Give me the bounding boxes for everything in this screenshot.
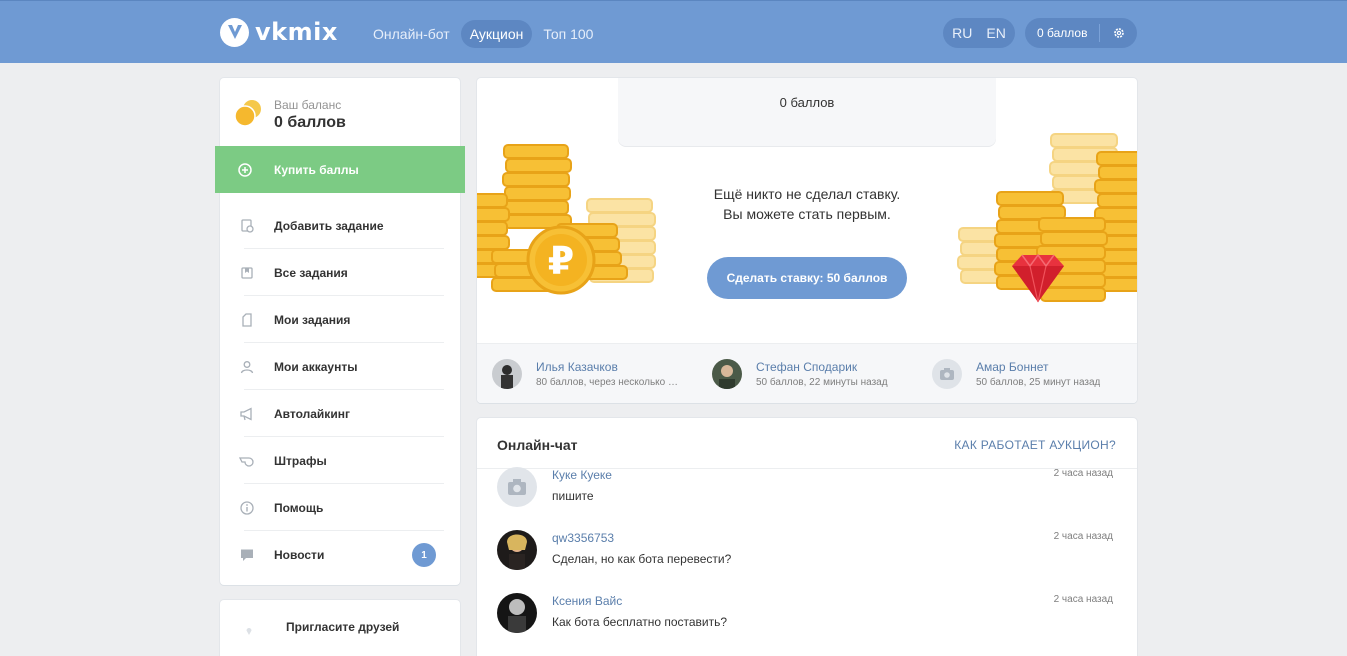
nav-auction[interactable]: Аукцион — [460, 20, 533, 48]
auction-pot: 0 баллов — [618, 78, 996, 146]
camera-icon[interactable] — [497, 467, 537, 507]
megaphone-icon — [220, 406, 274, 421]
chat-message: Куке Куеке пишите 2 часа назад — [497, 467, 1117, 507]
chat-author[interactable]: Куке Куеке — [552, 468, 612, 482]
coins-illustration: ₽ — [477, 144, 656, 295]
sidebar-menu: Добавить задание Все задания Мои задания… — [220, 202, 460, 578]
main-nav: Онлайн-бот Аукцион Топ 100 — [364, 20, 602, 48]
avatar — [492, 359, 522, 389]
sidebar-item-label: Все задания — [274, 265, 348, 280]
whistle-icon — [220, 455, 274, 467]
language-switcher: RU EN — [943, 18, 1015, 48]
invite-friends-card[interactable]: Пригласите друзей — [220, 600, 460, 656]
recent-bidders: Илья Казачков 80 баллов, через несколько… — [477, 343, 1137, 403]
balance-label: Ваш баланс — [274, 98, 342, 112]
news-badge: 1 — [412, 543, 436, 567]
chat-author[interactable]: qw3356753 — [552, 531, 614, 545]
chat-text: Как бота бесплатно поставить? — [552, 615, 728, 629]
add-task-icon — [220, 218, 274, 233]
sidebar-item-my-accounts[interactable]: Мои аккаунты — [220, 343, 460, 390]
sidebar-item-label: Мои задания — [274, 312, 351, 327]
header-balance: 0 баллов — [1025, 18, 1137, 48]
chat-author[interactable]: Ксения Вайс — [552, 594, 622, 608]
sidebar-item-fines[interactable]: Штрафы — [220, 437, 460, 484]
svg-text:₽: ₽ — [548, 239, 574, 283]
sidebar-item-label: Мои аккаунты — [274, 359, 358, 374]
bidder-detail: 80 баллов, через несколько с... — [536, 377, 681, 388]
tasks-icon — [220, 266, 274, 280]
logo[interactable]: vkmix — [220, 16, 338, 48]
balance-block: Ваш баланс 0 баллов — [234, 98, 346, 132]
lang-ru[interactable]: RU — [952, 25, 972, 41]
logo-icon — [220, 17, 249, 47]
chat-text: пишите — [552, 489, 594, 503]
invite-friends-label: Пригласите друзей — [286, 620, 400, 634]
user-icon — [220, 360, 274, 374]
chat-time: 2 часа назад — [1053, 594, 1113, 605]
avatar[interactable] — [497, 530, 537, 570]
nav-top-100[interactable]: Топ 100 — [534, 20, 602, 48]
info-icon — [220, 500, 274, 515]
sidebar-item-help[interactable]: Помощь — [220, 484, 460, 531]
logo-text: vkmix — [255, 18, 338, 46]
bidder-detail: 50 баллов, 22 минуты назад — [756, 377, 888, 388]
auction-message: Ещё никто не сделал ставку. Вы можете ст… — [677, 184, 937, 224]
avatar — [712, 359, 742, 389]
sidebar-item-all-tasks[interactable]: Все задания — [220, 249, 460, 296]
nav-online-bot[interactable]: Онлайн-бот — [364, 20, 459, 48]
sidebar: Ваш баланс 0 баллов Купить баллы Добавит… — [215, 78, 465, 585]
sidebar-item-label: Штрафы — [274, 453, 327, 468]
chat-icon — [220, 548, 274, 562]
sidebar-item-add-task[interactable]: Добавить задание — [220, 202, 460, 249]
bidder-item[interactable]: Стефан Сподарик 50 баллов, 22 минуты наз… — [712, 359, 888, 389]
auction-message-line-1: Ещё никто не сделал ставку. — [713, 186, 901, 202]
place-bid-button[interactable]: Сделать ставку: 50 баллов — [707, 257, 907, 299]
avatar[interactable] — [497, 593, 537, 633]
bidder-name: Илья Казачков — [536, 360, 618, 374]
sidebar-item-label: Новости — [274, 547, 325, 562]
sidebar-item-label: Помощь — [274, 500, 324, 515]
chat-text: Сделан, но как бота перевести? — [552, 552, 732, 566]
bidder-detail: 50 баллов, 25 минут назад — [976, 377, 1101, 388]
buy-points-label: Купить баллы — [274, 162, 359, 177]
how-auction-works-link[interactable]: КАК РАБОТАЕТ АУКЦИОН? — [954, 438, 1116, 452]
camera-icon — [932, 359, 962, 389]
chat-message: qw3356753 Сделан, но как бота перевести?… — [497, 530, 1117, 570]
online-chat-card: Онлайн-чат КАК РАБОТАЕТ АУКЦИОН? Куке Ку… — [477, 418, 1137, 656]
bidder-name: Стефан Сподарик — [756, 360, 858, 374]
top-header: vkmix Онлайн-бот Аукцион Топ 100 RU EN 0… — [0, 0, 1347, 63]
gear-icon[interactable] — [1100, 27, 1137, 39]
pin-icon — [246, 622, 252, 640]
buy-points-button[interactable]: Купить баллы — [215, 146, 465, 193]
lang-en[interactable]: EN — [986, 25, 1005, 41]
bidder-name: Амар Боннет — [976, 360, 1049, 374]
sidebar-item-news[interactable]: Новости 1 — [220, 531, 460, 578]
my-tasks-icon — [220, 312, 274, 327]
sidebar-item-label: Автолайкинг — [274, 406, 350, 421]
bidder-item[interactable]: Амар Боннет 50 баллов, 25 минут назад — [932, 359, 1100, 389]
chat-message: Ксения Вайс Как бота бесплатно поставить… — [497, 593, 1117, 633]
plus-circle-icon — [215, 162, 274, 177]
chat-time: 2 часа назад — [1053, 468, 1113, 479]
sidebar-item-autoliking[interactable]: Автолайкинг — [220, 390, 460, 437]
bidder-item[interactable]: Илья Казачков 80 баллов, через несколько… — [492, 359, 681, 389]
sidebar-item-label: Добавить задание — [274, 218, 384, 233]
chat-title: Онлайн-чат — [497, 437, 578, 453]
sidebar-item-my-tasks[interactable]: Мои задания — [220, 296, 460, 343]
balance-value: 0 баллов — [274, 114, 346, 131]
header-balance-value[interactable]: 0 баллов — [1025, 26, 1099, 40]
coins-icon — [234, 99, 264, 132]
chat-header: Онлайн-чат КАК РАБОТАЕТ АУКЦИОН? — [477, 418, 1137, 469]
chat-time: 2 часа назад — [1053, 531, 1113, 542]
auction-message-line-2: Вы можете стать первым. — [723, 206, 891, 222]
auction-card: 0 баллов ₽ Ещё никто не сделал ставку. В… — [477, 78, 1137, 403]
coins-gem-illustration — [957, 133, 1137, 303]
